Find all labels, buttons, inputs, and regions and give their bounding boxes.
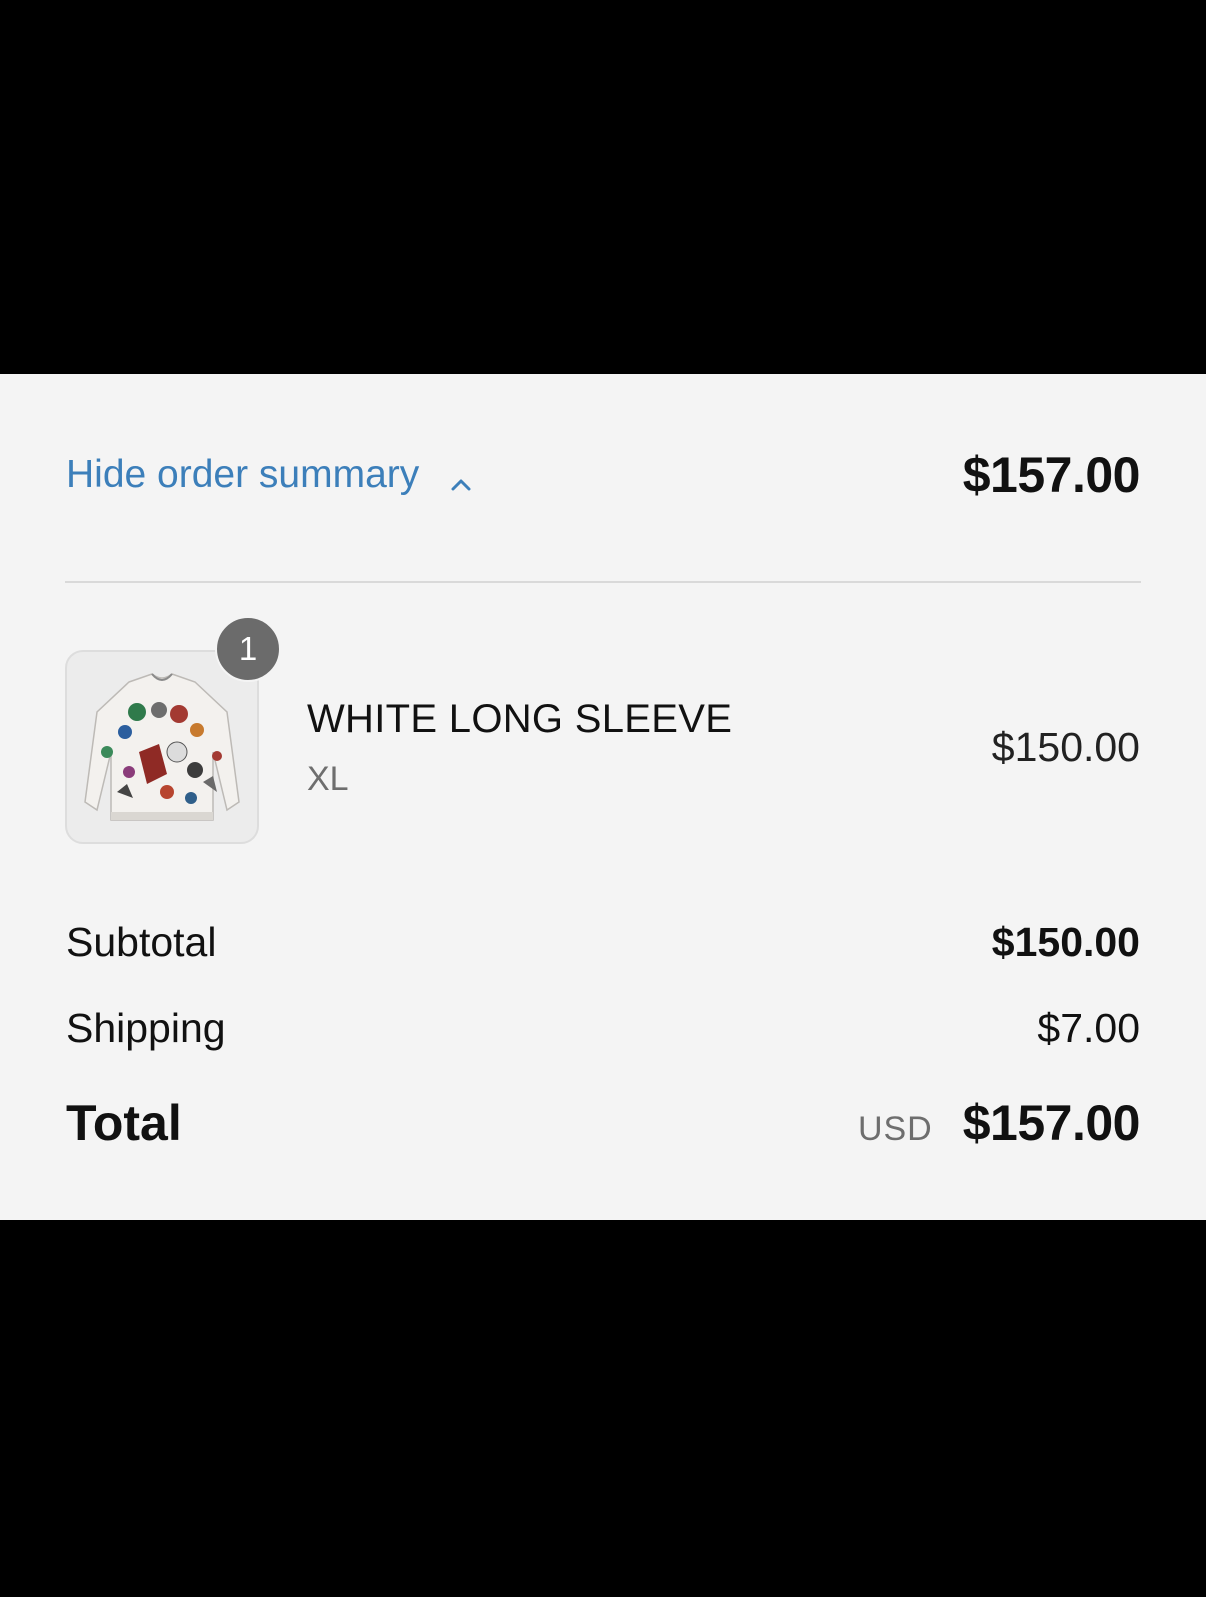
divider xyxy=(65,581,1141,583)
subtotal-label: Subtotal xyxy=(66,919,217,965)
line-item-image-wrapper: 1 xyxy=(65,616,281,846)
long-sleeve-shirt-image xyxy=(65,650,259,844)
total-value: $157.00 xyxy=(962,1095,1141,1151)
product-name: WHITE LONG SLEEVE xyxy=(307,697,733,741)
total-label: Total xyxy=(66,1095,182,1151)
total-value-group: USD $157.00 xyxy=(857,1094,1141,1152)
quantity-badge: 1 xyxy=(215,616,281,682)
screen: Hide order summary $157.00 1 WHITE LONG … xyxy=(0,0,1206,1597)
shipping-value: $7.00 xyxy=(1037,1005,1140,1051)
shipping-label: Shipping xyxy=(66,1005,226,1051)
subtotal-value: $150.00 xyxy=(991,919,1140,965)
product-variant: XL xyxy=(307,760,349,798)
hide-order-summary-toggle[interactable]: Hide order summary xyxy=(66,450,473,500)
chevron-up-icon xyxy=(449,463,473,491)
product-price: $150.00 xyxy=(991,724,1140,770)
header-total-price: $157.00 xyxy=(962,447,1141,503)
currency-code: USD xyxy=(857,1110,933,1148)
hide-order-summary-label: Hide order summary xyxy=(66,453,420,496)
